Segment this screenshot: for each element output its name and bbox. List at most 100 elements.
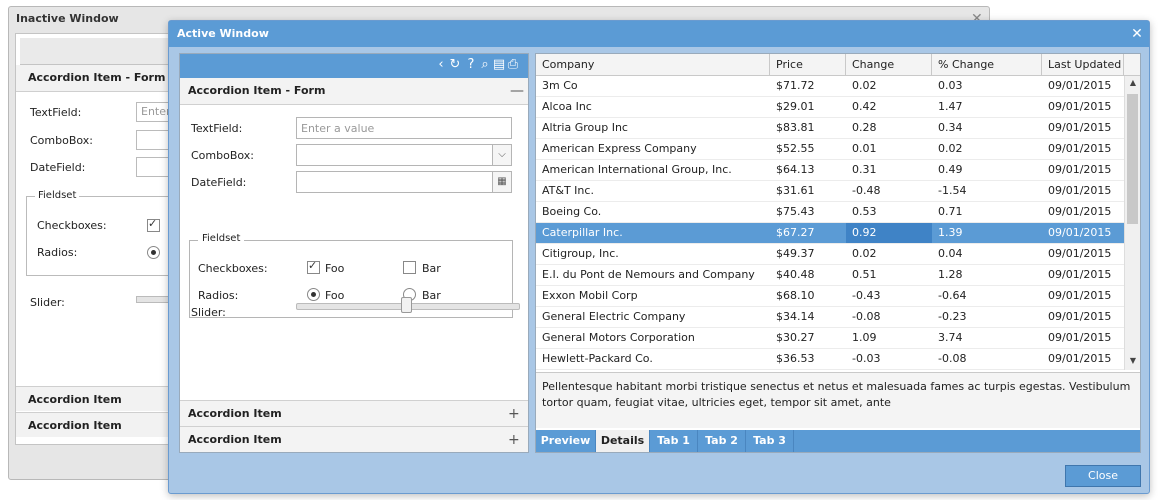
accordion-header-form[interactable]: Accordion Item - Form —	[180, 78, 528, 105]
table-cell: Boeing Co.	[542, 205, 602, 218]
inactive-fieldset-legend: Fieldset	[35, 190, 80, 201]
table-row[interactable]: General Motors Corporation $30.27 1.09 3.74…	[536, 328, 1140, 349]
combobox[interactable]: ⌵	[296, 144, 512, 166]
table-row[interactable]: 3m Co $71.72 0.02 0.03 09/01/2015	[536, 76, 1140, 97]
column-header[interactable]: Price	[770, 54, 846, 75]
tab-tab-3[interactable]: Tab 3	[746, 430, 794, 452]
table-cell: 09/01/2015	[1048, 247, 1112, 260]
textfield-input[interactable]	[297, 118, 511, 138]
close-button[interactable]: Close	[1065, 465, 1141, 487]
table-row[interactable]: Hewlett-Packard Co. $36.53 -0.03 -0.08 09/01…	[536, 349, 1140, 370]
inactive-date-label: DateField:	[30, 161, 86, 174]
table-cell: 3m Co	[542, 79, 578, 92]
tab-tab-1[interactable]: Tab 1	[650, 430, 698, 452]
table-row[interactable]: E.I. du Pont de Nemours and Company $40.4…	[536, 265, 1140, 286]
tab-tab-2[interactable]: Tab 2	[698, 430, 746, 452]
combobox-label: ComboBox:	[191, 149, 254, 162]
chevron-left-icon[interactable]: ‹	[434, 57, 448, 73]
table-row[interactable]: Boeing Co. $75.43 0.53 0.71 09/01/2015	[536, 202, 1140, 223]
table-row[interactable]: Exxon Mobil Corp $68.10 -0.43 -0.64 09/01/20…	[536, 286, 1140, 307]
checkbox-bar-label[interactable]: Bar	[422, 262, 441, 275]
accordion-item-1-label: Accordion Item	[188, 407, 282, 420]
tab-details[interactable]: Details	[596, 430, 650, 452]
table-row[interactable]: Citigroup, Inc. $49.37 0.02 0.04 09/01/2015	[536, 244, 1140, 265]
radio-foo-label[interactable]: Foo	[325, 289, 344, 302]
slider-thumb[interactable]	[401, 297, 412, 313]
inactive-radios-label: Radios:	[37, 246, 78, 259]
table-cell: $75.43	[776, 205, 815, 218]
column-header[interactable]: % Change	[932, 54, 1042, 75]
checkbox-foo[interactable]	[307, 259, 320, 274]
checkbox-bar[interactable]	[403, 261, 416, 274]
table-cell: Altria Group Inc	[542, 121, 628, 134]
refresh-icon[interactable]: ↻	[448, 57, 462, 73]
search-icon[interactable]: ⌕	[478, 57, 492, 73]
table-cell: 0.31	[852, 163, 877, 176]
table-cell: Exxon Mobil Corp	[542, 289, 638, 302]
expand-icon[interactable]: +	[508, 401, 520, 427]
radios-label: Radios:	[198, 289, 239, 302]
accordion-item-1[interactable]: Accordion Item +	[180, 400, 528, 426]
grid-panel: Company Price Change% Change Last Updated 3…	[535, 53, 1141, 453]
close-icon[interactable]: ✕	[1127, 21, 1147, 47]
expand-icon[interactable]: +	[508, 427, 520, 453]
column-header[interactable]: Change	[846, 54, 932, 75]
slider-label: Slider:	[191, 306, 226, 319]
table-row[interactable]: American Express Company $52.55 0.01 0.02 09…	[536, 139, 1140, 160]
table-cell: 0.28	[852, 121, 877, 134]
table-cell: Alcoa Inc	[542, 100, 592, 113]
table-cell: -0.23	[938, 310, 967, 323]
table-cell: 09/01/2015	[1048, 163, 1112, 176]
inactive-window-title: Inactive Window	[16, 12, 119, 25]
table-cell: 09/01/2015	[1048, 205, 1112, 218]
table-row[interactable]: Altria Group Inc $83.81 0.28 0.34 09/01/2015	[536, 118, 1140, 139]
inactive-accordion-item-2[interactable]: Accordion Item	[16, 412, 186, 437]
table-cell: E.I. du Pont de Nemours and Company	[542, 268, 755, 281]
table-cell: 09/01/2015	[1048, 184, 1112, 197]
checkbox-foo-label[interactable]: Foo	[325, 262, 344, 275]
table-cell: American International Group, Inc.	[542, 163, 732, 176]
table-row[interactable]: AT&T Inc. $31.61 -0.48 -1.54 09/01/2015	[536, 181, 1140, 202]
inactive-accordion-header-form[interactable]: Accordion Item - Form	[16, 65, 186, 92]
scroll-up-icon[interactable]: ▲	[1125, 78, 1140, 87]
table-cell: 0.02	[852, 79, 877, 92]
radio-foo[interactable]	[307, 288, 320, 301]
active-window-titlebar[interactable]: Active Window ✕	[169, 21, 1149, 47]
datefield[interactable]: ▦	[296, 171, 512, 193]
panel-toolbar: ‹ ↻ ? ⌕ ▤ ⎙	[180, 54, 528, 78]
accordion-item-2[interactable]: Accordion Item +	[180, 426, 528, 452]
calendar-icon[interactable]: ▦	[492, 172, 511, 192]
collapse-icon[interactable]: —	[510, 78, 524, 104]
table-cell: 0.02	[938, 142, 963, 155]
stock-grid: Company Price Change% Change Last Updated 3…	[536, 54, 1140, 370]
table-cell: $34.14	[776, 310, 815, 323]
accordion-item-2-label: Accordion Item	[188, 433, 282, 446]
column-header[interactable]: Last Updated	[1042, 54, 1124, 75]
table-cell: $52.55	[776, 142, 815, 155]
print-icon[interactable]: ⎙	[506, 57, 520, 73]
radio-bar-label[interactable]: Bar	[422, 289, 441, 302]
active-window[interactable]: Active Window ✕ ‹ ↻ ? ⌕ ▤ ⎙ Accordion It…	[168, 20, 1150, 494]
chevron-down-icon[interactable]: ⌵	[492, 145, 511, 165]
column-header[interactable]: Company	[536, 54, 770, 75]
table-row[interactable]: American International Group, Inc. $64.13…	[536, 160, 1140, 181]
help-icon[interactable]: ?	[464, 57, 478, 73]
table-cell: 0.49	[938, 163, 963, 176]
scroll-down-icon[interactable]: ▼	[1125, 356, 1140, 365]
inactive-checkbox-foo[interactable]	[147, 217, 160, 232]
table-cell: 0.04	[938, 247, 963, 260]
inactive-radio-foo[interactable]	[147, 246, 160, 259]
table-row[interactable]: General Electric Company $34.14 -0.08 -0.23…	[536, 307, 1140, 328]
grid-scrollbar[interactable]: ▲ ▼	[1124, 76, 1140, 370]
table-row[interactable]: Alcoa Inc $29.01 0.42 1.47 09/01/2015	[536, 97, 1140, 118]
scroll-thumb[interactable]	[1127, 94, 1138, 224]
inactive-textfield-label: TextField:	[30, 106, 82, 119]
save-icon[interactable]: ▤	[492, 57, 506, 73]
grid-body: 3m Co $71.72 0.02 0.03 09/01/2015 Alcoa Inc $2…	[536, 76, 1140, 370]
table-cell: $31.61	[776, 184, 815, 197]
tab-preview[interactable]: Preview	[536, 430, 596, 452]
textfield[interactable]	[296, 117, 512, 139]
table-row[interactable]: Caterpillar Inc. $67.27 0.92 1.39 09/01/2015	[536, 223, 1140, 244]
inactive-accordion-item-1[interactable]: Accordion Item	[16, 386, 186, 411]
active-window-title: Active Window	[177, 27, 269, 40]
